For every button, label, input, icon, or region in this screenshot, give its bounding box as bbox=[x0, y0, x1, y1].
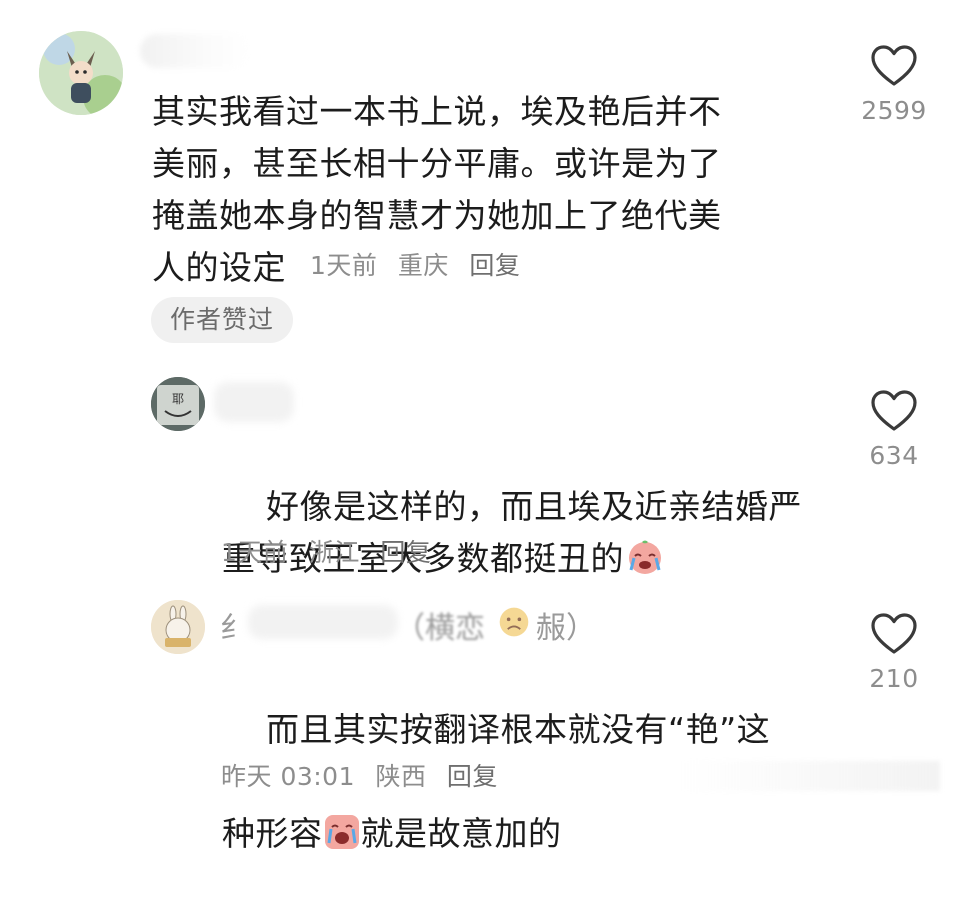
author-liked-badge: 作者赞过 bbox=[151, 297, 294, 343]
comment-text-line-2b: 就是故意加的 bbox=[360, 814, 562, 853]
comment-text-line-2a: 种形容 bbox=[222, 814, 323, 853]
avatar[interactable] bbox=[151, 600, 205, 654]
heart-outline-icon bbox=[871, 390, 917, 431]
comment-text-line-1: 而且其实按翻译根本就没有“艳”这 bbox=[265, 710, 771, 749]
avatar-illustration bbox=[39, 31, 123, 115]
username-end: 赧） bbox=[536, 611, 596, 646]
like-count: 2599 bbox=[861, 96, 927, 125]
crying-face-emoji bbox=[629, 540, 661, 574]
comment-time: 昨天 03:01 bbox=[221, 762, 355, 791]
heart-outline-icon bbox=[871, 45, 917, 86]
avatar[interactable] bbox=[39, 31, 123, 115]
username-blurred bbox=[248, 605, 398, 639]
avatar-illustration: 耶 bbox=[151, 377, 205, 431]
avatar-illustration bbox=[151, 600, 205, 654]
reply-button[interactable]: 回复 bbox=[447, 762, 498, 791]
username-partial[interactable]: 纟 bbox=[220, 603, 250, 647]
comment-location: 重庆 bbox=[397, 251, 449, 280]
reply-button[interactable]: 回复 bbox=[380, 538, 431, 567]
like-count: 210 bbox=[869, 664, 919, 693]
username-blurred[interactable] bbox=[214, 382, 294, 422]
username-blurred[interactable] bbox=[140, 34, 250, 68]
heart-outline-icon bbox=[871, 613, 917, 654]
comment-location: 陕西 bbox=[375, 762, 427, 791]
username-suffix: （横恋 bbox=[395, 611, 485, 646]
like-button[interactable]: 634 bbox=[849, 389, 939, 470]
like-button[interactable]: 2599 bbox=[849, 44, 939, 125]
svg-text:耶: 耶 bbox=[172, 392, 184, 406]
comment-location: 浙江 bbox=[308, 538, 360, 567]
like-count: 634 bbox=[869, 441, 919, 470]
comment-time: 1天前 bbox=[221, 538, 289, 567]
avatar[interactable]: 耶 bbox=[151, 377, 205, 431]
reply-button[interactable]: 回复 bbox=[469, 251, 520, 280]
crying-face-emoji bbox=[324, 815, 359, 849]
comment-meta: 昨天 03:01 陕西 回复 bbox=[221, 757, 510, 793]
sad-face-emoji bbox=[499, 607, 529, 637]
watermark bbox=[680, 761, 940, 791]
comment-meta: 1天前 浙江 回复 bbox=[221, 533, 443, 569]
comment-meta: 1天前 重庆 回复 bbox=[310, 246, 532, 282]
like-button[interactable]: 210 bbox=[849, 612, 939, 693]
comment-time: 1天前 bbox=[310, 251, 378, 280]
